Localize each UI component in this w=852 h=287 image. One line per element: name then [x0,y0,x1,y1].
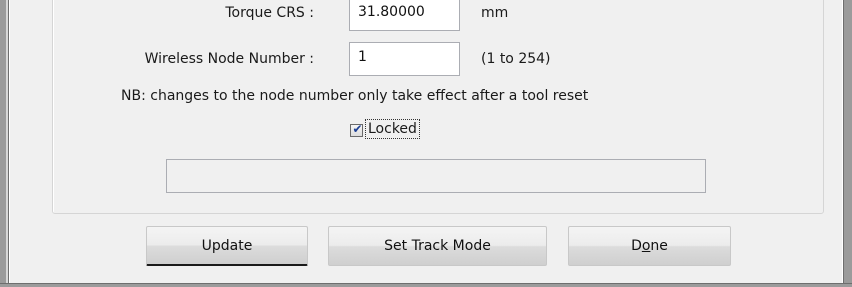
wireless-node-label: Wireless Node Number : [144,51,314,67]
checkmark-icon: ✔ [352,122,363,136]
wireless-node-field[interactable]: 1 [349,42,460,76]
locked-label[interactable]: Locked [365,119,420,139]
locked-checkbox[interactable]: ✔ [350,122,363,137]
window-right-border [843,0,852,287]
done-button[interactable]: Done [568,226,731,266]
window-bottom-border [0,283,852,287]
window-left-border [0,0,9,287]
torque-crs-label: Torque CRS : [225,5,314,21]
update-button[interactable]: Update [146,226,308,266]
done-label-suffix: ne [650,238,668,254]
torque-crs-field[interactable]: 31.80000 [349,0,460,31]
status-display-box [166,159,706,193]
done-label-prefix: D [631,238,642,254]
node-number-note: NB: changes to the node number only take… [121,88,589,104]
torque-crs-unit: mm [481,5,509,21]
wireless-node-range-hint: (1 to 254) [481,51,551,67]
set-track-mode-button[interactable]: Set Track Mode [328,226,547,266]
dialog-client-area: Torque CRS : 31.80000 mm Wireless Node N… [10,0,842,283]
